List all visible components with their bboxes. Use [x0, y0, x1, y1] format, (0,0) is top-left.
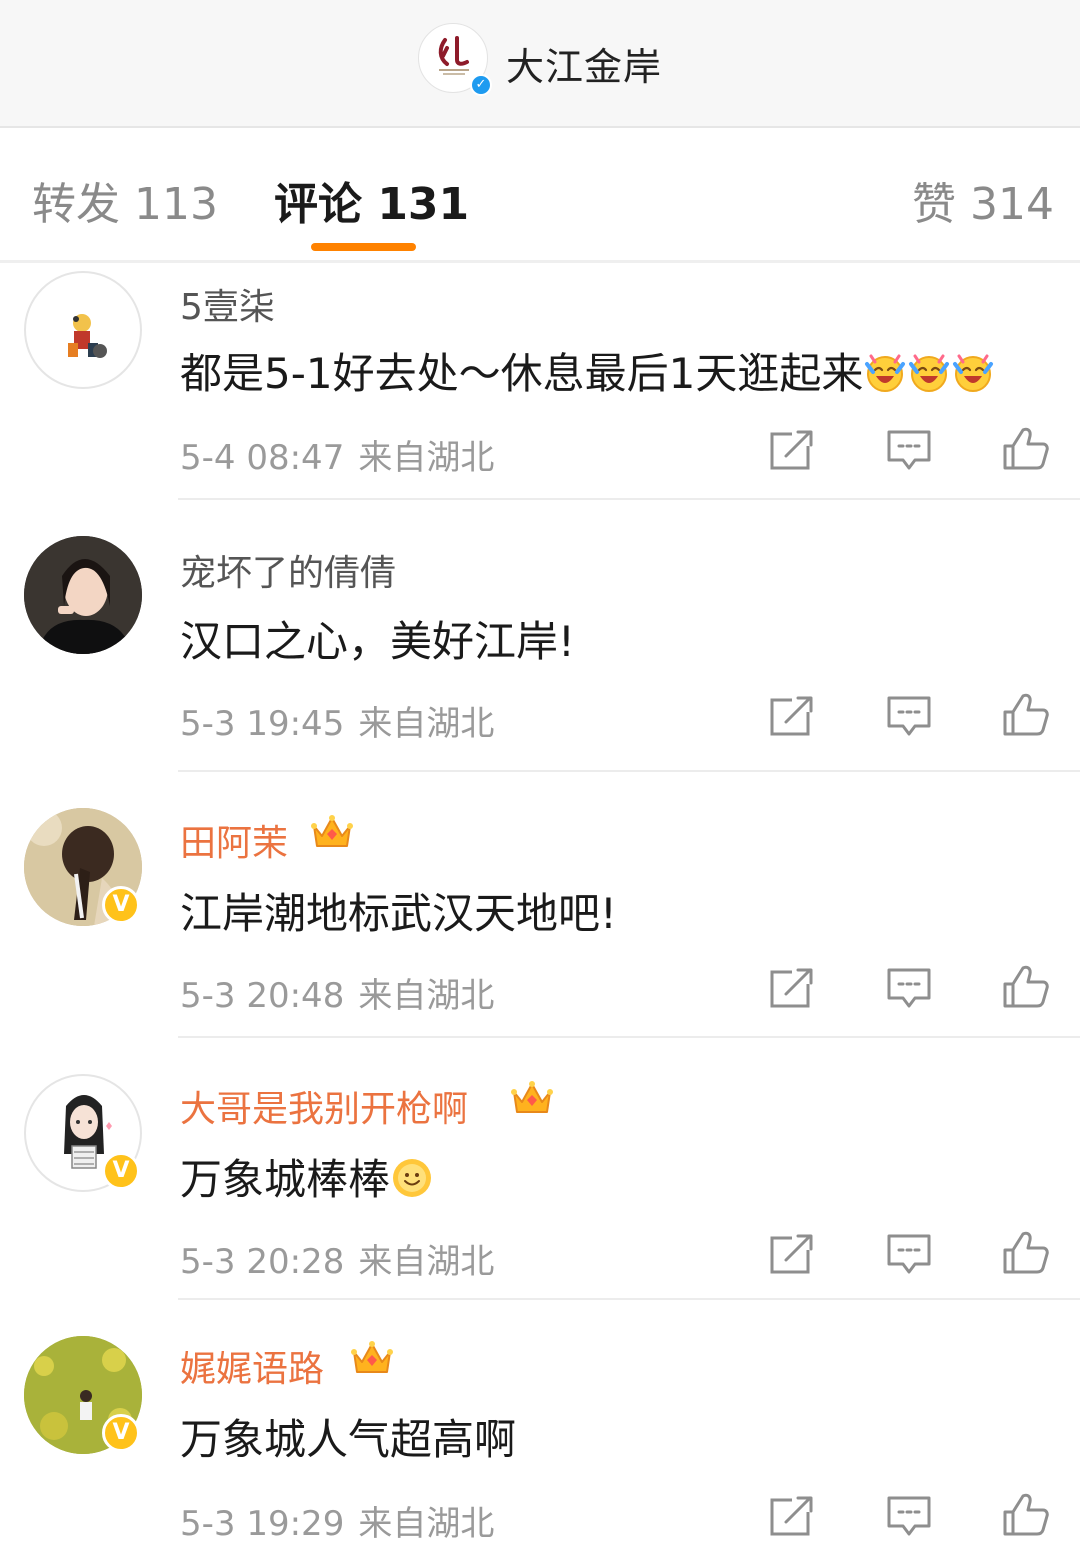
comment-text: 万象城人气超高啊	[180, 1415, 517, 1464]
avatar-image	[68, 314, 107, 358]
comment-text: 万象城棒棒	[180, 1146, 434, 1207]
crown-icon	[310, 812, 354, 852]
comment-text: 都是5-1好去处～休息最后1天逛起来	[180, 340, 995, 401]
comment-icon[interactable]	[885, 694, 933, 738]
username[interactable]: 大哥是我别开枪啊	[180, 1080, 468, 1132]
thumbs-up-icon[interactable]	[1001, 1492, 1049, 1536]
comment-meta: 5-3 19:45 来自湖北	[180, 696, 494, 745]
comment-icon[interactable]	[885, 966, 933, 1010]
comment-source: 来自湖北	[358, 1242, 495, 1282]
verified-badge-icon: V	[102, 1414, 140, 1452]
comment-text-content: 都是5-1好去处～休息最后1天逛起来	[180, 349, 864, 398]
comment-icon[interactable]	[885, 1232, 933, 1276]
smile-emoji-icon	[390, 1156, 434, 1200]
tab-bar: 转发 113 评论 131 赞 314	[0, 128, 1080, 263]
comment-item: 5壹柒 都是5-1好去处～休息最后1天逛起来 5-4 08:47 来自湖北	[0, 262, 1080, 502]
verified-badge-icon: V	[102, 886, 140, 924]
comment-source: 来自湖北	[358, 438, 495, 478]
comment-date: 5-4 08:47	[180, 438, 345, 478]
comment-source: 来自湖北	[358, 1504, 495, 1544]
tab-comment[interactable]: 评论 131	[274, 168, 469, 232]
thumbs-up-icon[interactable]	[1001, 964, 1049, 1008]
comment-source: 来自湖北	[358, 704, 495, 744]
laughing-emoji-icon	[863, 350, 907, 394]
comment-item: V 娓娓语路 万象城人气超高啊 5-3 19:29 来自湖北	[0, 1300, 1080, 1565]
comment-text: 汉口之心，美好江岸!	[180, 617, 575, 666]
comment-date: 5-3 19:45	[180, 704, 345, 744]
username[interactable]: 宠坏了的倩倩	[180, 544, 396, 596]
tab-like[interactable]: 赞 314	[912, 168, 1054, 232]
brand-logo-icon	[438, 36, 469, 75]
header-bar: ✓ 大江金岸	[0, 0, 1080, 128]
comment-date: 5-3 20:48	[180, 976, 345, 1016]
comment-date: 5-3 20:28	[180, 1242, 345, 1282]
share-icon[interactable]	[768, 1494, 816, 1538]
tab-repost[interactable]: 转发 113	[32, 168, 218, 232]
share-icon[interactable]	[768, 1232, 816, 1276]
comment-icon[interactable]	[885, 1494, 933, 1538]
username[interactable]: 娓娓语路	[180, 1340, 324, 1392]
share-icon[interactable]	[768, 694, 816, 738]
comment-meta: 5-3 20:28 来自湖北	[180, 1234, 494, 1283]
comment-meta: 5-3 19:29 来自湖北	[180, 1496, 494, 1545]
verified-badge-icon: V	[102, 1152, 140, 1190]
comment-date: 5-3 19:29	[180, 1504, 345, 1544]
comment-item: 宠坏了的倩倩 汉口之心，美好江岸! 5-3 19:45 来自湖北	[0, 500, 1080, 772]
comment-item: V 田阿茉 江岸潮地标武汉天地吧! 5-3 20:48 来自湖北	[0, 772, 1080, 1038]
comment-meta: 5-4 08:47 来自湖北	[180, 430, 494, 479]
username[interactable]: 5壹柒	[180, 278, 275, 330]
avatar[interactable]	[24, 271, 142, 389]
avatar[interactable]	[24, 536, 142, 654]
thumbs-up-icon[interactable]	[1001, 692, 1049, 736]
thumbs-up-icon[interactable]	[1001, 426, 1049, 470]
thumbs-up-icon[interactable]	[1001, 1230, 1049, 1274]
comment-icon[interactable]	[885, 428, 933, 472]
active-tab-indicator	[311, 243, 416, 251]
comment-text-content: 万象城棒棒	[180, 1155, 391, 1204]
comment-text: 江岸潮地标武汉天地吧!	[180, 889, 617, 938]
comment-meta: 5-3 20:48 来自湖北	[180, 968, 494, 1017]
account-name[interactable]: 大江金岸	[506, 36, 662, 91]
laughing-emoji-icon	[907, 350, 951, 394]
comment-source: 来自湖北	[358, 976, 495, 1016]
share-icon[interactable]	[768, 428, 816, 472]
username[interactable]: 田阿茉	[180, 814, 288, 866]
avatar-image	[24, 536, 142, 654]
laughing-emoji-icon	[951, 350, 995, 394]
crown-icon	[510, 1078, 554, 1118]
comment-item: V 大哥是我别开枪啊 万象城棒棒 5-3 20:28 来自湖北	[0, 1038, 1080, 1300]
share-icon[interactable]	[768, 966, 816, 1010]
verified-badge-icon: ✓	[470, 74, 492, 96]
crown-icon	[350, 1338, 394, 1378]
